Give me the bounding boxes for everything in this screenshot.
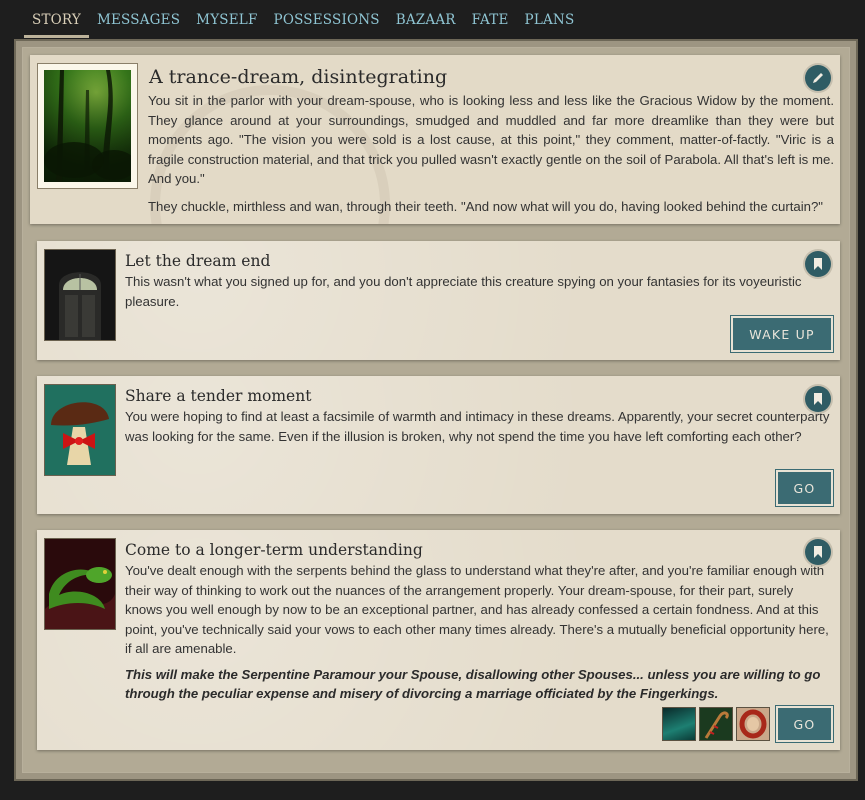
- tab-possessions[interactable]: POSSESSIONS: [266, 0, 388, 38]
- branch-text: You've dealt enough with the serpents be…: [125, 563, 829, 656]
- branch-card: Share a tender moment You were hoping to…: [37, 376, 840, 514]
- red-ring-icon: [739, 709, 767, 739]
- branch-description: You were hoping to find at least a facsi…: [125, 407, 833, 446]
- storylet-image: [37, 63, 138, 189]
- branch-image: [44, 384, 116, 476]
- bookmark-button[interactable]: [805, 386, 831, 412]
- bookmark-icon: [814, 258, 822, 270]
- tab-bazaar[interactable]: BAZAAR: [388, 0, 464, 38]
- branch-text: This wasn't what you signed up for, and …: [125, 274, 802, 309]
- storylet-description: You sit in the parlor with your dream-sp…: [148, 91, 834, 224]
- branch-title: Share a tender moment: [125, 387, 312, 405]
- go-button[interactable]: GO: [775, 469, 834, 507]
- branch-title: Come to a longer-term understanding: [125, 541, 423, 559]
- mushroom-bow-image: [45, 385, 115, 475]
- storylet-card: A trance-dream, disintegrating You sit i…: [30, 55, 840, 224]
- tab-story[interactable]: STORY: [24, 0, 89, 38]
- branch-text: You were hoping to find at least a facsi…: [125, 409, 830, 444]
- tab-fate[interactable]: FATE: [464, 0, 517, 38]
- tab-plans[interactable]: PLANS: [517, 0, 583, 38]
- bookmark-button[interactable]: [805, 251, 831, 277]
- tab-messages[interactable]: MESSAGES: [89, 0, 188, 38]
- branch-image: [44, 249, 116, 341]
- requirement-red-ring-icon[interactable]: [736, 707, 770, 741]
- serpent-cane-icon: [704, 711, 729, 739]
- requirement-teal-glass-icon[interactable]: [662, 707, 696, 741]
- bookmark-button[interactable]: [805, 539, 831, 565]
- arched-door-image: [45, 250, 115, 340]
- storylet-title: A trance-dream, disintegrating: [149, 66, 448, 88]
- pencil-icon: [813, 73, 823, 83]
- bookmark-icon: [814, 393, 822, 405]
- requirement-serpent-cane-icon[interactable]: [699, 707, 733, 741]
- go-button[interactable]: GO: [775, 705, 834, 743]
- branch-card: Come to a longer-term understanding You'…: [37, 530, 840, 750]
- branch-description: You've dealt enough with the serpents be…: [125, 561, 833, 704]
- top-nav: STORY MESSAGES MYSELF POSSESSIONS BAZAAR…: [24, 0, 582, 38]
- branch-description: This wasn't what you signed up for, and …: [125, 272, 833, 311]
- branch-card: Let the dream end This wasn't what you s…: [37, 241, 840, 360]
- wake-up-button[interactable]: WAKE UP: [730, 315, 834, 353]
- tab-myself[interactable]: MYSELF: [188, 0, 265, 38]
- branch-title: Let the dream end: [125, 252, 271, 270]
- jungle-image: [44, 70, 136, 182]
- storylet-paragraph: You sit in the parlor with your dream-sp…: [148, 93, 834, 186]
- green-serpent-image: [45, 539, 115, 629]
- edit-button[interactable]: [805, 65, 831, 91]
- bookmark-icon: [814, 546, 822, 558]
- storylet-paragraph: They chuckle, mirthless and wan, through…: [148, 198, 823, 214]
- branch-image: [44, 538, 116, 630]
- branch-note: This will make the Serpentine Paramour y…: [125, 666, 821, 702]
